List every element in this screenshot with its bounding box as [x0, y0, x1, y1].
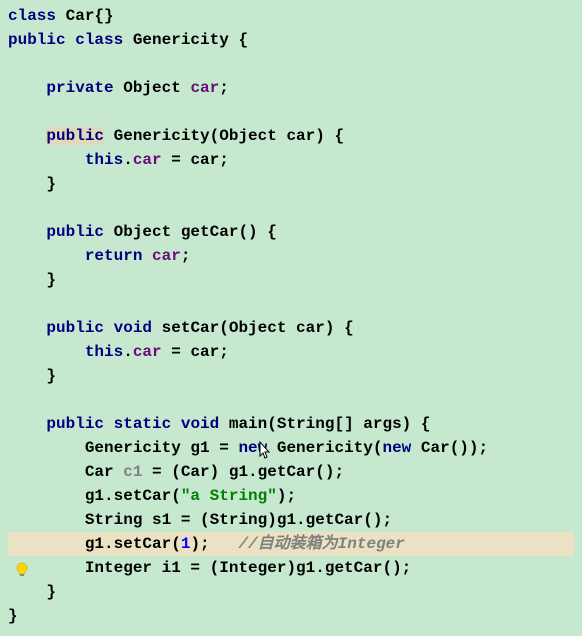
code-line: g1.setCar("a String"); — [8, 484, 574, 508]
keyword-new: new — [238, 439, 267, 457]
code-line: public class Genericity { — [8, 28, 574, 52]
code-line: Car c1 = (Car) g1.getCar(); — [8, 460, 574, 484]
keyword-this: this — [85, 343, 123, 361]
code-line: this.car = car; — [8, 148, 574, 172]
field-car: car — [133, 343, 162, 361]
keyword-class: class — [8, 7, 56, 25]
code-line — [8, 292, 574, 316]
code-line: Integer i1 = (Integer)g1.getCar(); — [8, 556, 574, 580]
code-line-highlighted: g1.setCar(1); //自动装箱为Integer — [8, 532, 574, 556]
keyword-class: class — [66, 31, 124, 49]
number-literal: 1 — [181, 535, 191, 553]
code-line: public Object getCar() { — [8, 220, 574, 244]
code-line — [8, 52, 574, 76]
code-line: String s1 = (String)g1.getCar(); — [8, 508, 574, 532]
keyword-this: this — [85, 151, 123, 169]
code-line: this.car = car; — [8, 340, 574, 364]
keyword-public: public — [46, 415, 104, 433]
code-line — [8, 196, 574, 220]
field-car: car — [152, 247, 181, 265]
keyword-public: public — [46, 223, 104, 241]
field-car: car — [190, 79, 219, 97]
code-editor[interactable]: class Car{} public class Genericity { pr… — [0, 0, 582, 632]
code-line: class Car{} — [8, 4, 574, 28]
comment: //自动装箱为Integer — [238, 535, 404, 553]
code-line — [8, 388, 574, 412]
code-line: } — [8, 604, 574, 628]
code-line: public void setCar(Object car) { — [8, 316, 574, 340]
code-line: } — [8, 364, 574, 388]
keyword-static: static — [104, 415, 171, 433]
keyword-void: void — [104, 319, 152, 337]
code-line: public static void main(String[] args) { — [8, 412, 574, 436]
keyword-public: public — [46, 319, 104, 337]
code-line: private Object car; — [8, 76, 574, 100]
variable: c1 — [123, 463, 142, 481]
keyword-public: public — [8, 31, 66, 49]
string-literal: "a String" — [181, 487, 277, 505]
lightbulb-icon[interactable] — [14, 562, 30, 578]
code-line: } — [8, 172, 574, 196]
code-line — [8, 100, 574, 124]
code-line: } — [8, 268, 574, 292]
code-line: Genericity g1 = new Genericity(new Car()… — [8, 436, 574, 460]
code-line: public Genericity(Object car) { — [8, 124, 574, 148]
field-car: car — [133, 151, 162, 169]
keyword-return: return — [85, 247, 143, 265]
code-line: } — [8, 580, 574, 604]
keyword-private: private — [46, 79, 113, 97]
keyword-public: public — [46, 127, 104, 145]
keyword-void: void — [171, 415, 219, 433]
code-line: return car; — [8, 244, 574, 268]
keyword-new: new — [382, 439, 411, 457]
